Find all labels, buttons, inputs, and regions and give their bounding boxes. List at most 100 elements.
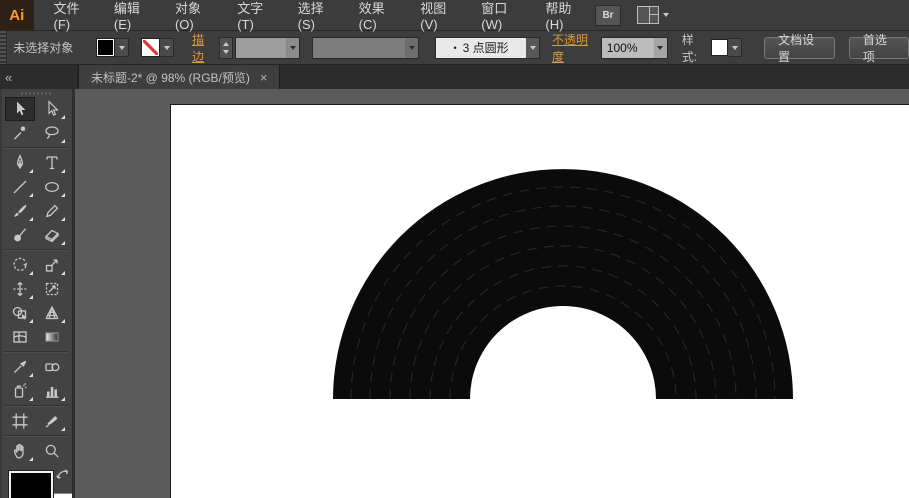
workspace-switcher[interactable] (637, 6, 669, 24)
stroke-weight-value (236, 38, 286, 58)
document-tab-bar: « 未标题-2* @ 98% (RGB/预览) × (0, 65, 909, 89)
stroke-color-control[interactable] (141, 38, 174, 57)
brush-preset-value: •3 点圆形 (436, 38, 526, 58)
fill-swatch-black[interactable] (8, 470, 54, 498)
tool-pencil[interactable] (37, 199, 67, 223)
artboard-tool-icon (11, 412, 29, 430)
document-tab[interactable]: 未标题-2* @ 98% (RGB/预览) × (78, 65, 280, 89)
tool-scale[interactable] (37, 253, 67, 277)
stroke-weight-combo[interactable] (235, 37, 300, 59)
canvas-area[interactable] (75, 89, 909, 498)
dock-collapse-button[interactable]: « (5, 70, 12, 85)
preferences-button[interactable]: 首选项 (849, 37, 909, 59)
tool-type[interactable] (37, 151, 67, 175)
menu-effect[interactable]: 效果(C) (347, 0, 409, 30)
menu-edit[interactable]: 编辑(E) (102, 0, 163, 30)
perspective-grid-tool-icon (43, 304, 61, 322)
opacity-panel-link[interactable]: 不透明度 (552, 31, 595, 65)
tool-shape-builder[interactable] (5, 301, 35, 325)
opacity-combo[interactable]: 100% (601, 37, 668, 59)
document-setup-button[interactable]: 文档设置 (764, 37, 835, 59)
tool-rotate[interactable] (5, 253, 35, 277)
menu-view[interactable]: 视图(V) (408, 0, 469, 30)
tool-slice[interactable] (37, 409, 67, 433)
style-swatch[interactable] (711, 39, 728, 56)
swap-fill-stroke-icon[interactable] (55, 467, 71, 482)
toolbar-separator (4, 147, 68, 149)
stepper-down-icon (223, 50, 229, 54)
tool-lasso[interactable] (37, 121, 67, 145)
style-dropdown[interactable] (728, 38, 742, 57)
fill-color-swatch[interactable] (96, 38, 115, 57)
menu-type[interactable]: 文字(T) (225, 0, 285, 30)
tool-pen[interactable] (5, 151, 35, 175)
eraser-tool-icon (43, 226, 61, 244)
tool-magic-wand[interactable] (5, 121, 35, 145)
tool-selection[interactable] (5, 97, 35, 121)
selection-status: 未选择对象 (13, 39, 88, 56)
stroke-weight-stepper[interactable] (219, 37, 233, 59)
stroke-panel-link[interactable]: 描边 (192, 31, 213, 65)
opacity-value: 100% (602, 38, 654, 58)
tool-blob-brush[interactable] (5, 223, 35, 247)
control-bar-grip[interactable] (0, 31, 7, 64)
tool-column-graph[interactable] (37, 379, 67, 403)
tools-dock-header: « (0, 65, 78, 89)
illustrator-window: Ai 文件(F) 编辑(E) 对象(O) 文字(T) 选择(S) 效果(C) 视… (0, 0, 909, 498)
tab-close-icon[interactable]: × (260, 70, 268, 85)
tool-paintbrush[interactable] (5, 199, 35, 223)
ellipse-tool-icon (43, 178, 61, 196)
main-area (0, 89, 909, 498)
menu-window[interactable]: 窗口(W) (469, 0, 533, 30)
width-profile-combo[interactable] (312, 37, 419, 59)
chevron-down-icon (657, 46, 663, 50)
fill-stroke-indicator (0, 467, 72, 498)
tools-panel-grip[interactable] (0, 89, 72, 97)
lasso-tool-icon (43, 124, 61, 142)
tool-symbol-sprayer[interactable] (5, 379, 35, 403)
width-tool-icon (11, 280, 29, 298)
menu-help[interactable]: 帮助(H) (533, 0, 595, 30)
width-profile-dropdown[interactable] (405, 38, 418, 58)
tool-blend[interactable] (37, 355, 67, 379)
fill-color-dropdown[interactable] (115, 38, 129, 57)
chevron-down-icon (732, 46, 738, 50)
slice-tool-icon (43, 412, 61, 430)
tool-mesh[interactable] (5, 325, 35, 349)
style-label: 样式: (682, 31, 706, 65)
tool-line-segment[interactable] (5, 175, 35, 199)
tool-hand[interactable] (5, 439, 35, 463)
style-control[interactable] (706, 38, 742, 57)
tool-gradient[interactable] (37, 325, 67, 349)
stroke-color-dropdown[interactable] (160, 38, 174, 57)
tools-panel (0, 89, 75, 498)
brush-preset-dropdown[interactable] (526, 38, 539, 58)
tool-direct-selection[interactable] (37, 97, 67, 121)
blend-tool-icon (43, 358, 61, 376)
fill-color-control[interactable] (96, 38, 129, 57)
tool-artboard[interactable] (5, 409, 35, 433)
toolbar-separator (4, 351, 68, 353)
stepper-up-icon (223, 42, 229, 46)
chevron-down-icon (530, 46, 536, 50)
tool-ellipse[interactable] (37, 175, 67, 199)
menu-select[interactable]: 选择(S) (286, 0, 347, 30)
mesh-tool-icon (11, 328, 29, 346)
menu-file[interactable]: 文件(F) (42, 0, 102, 30)
tool-free-transform[interactable] (37, 277, 67, 301)
chevron-down-icon (164, 46, 170, 50)
scale-tool-icon (43, 256, 61, 274)
tool-eyedropper[interactable] (5, 355, 35, 379)
menu-object[interactable]: 对象(O) (163, 0, 225, 30)
stroke-none-swatch[interactable] (141, 38, 160, 57)
tool-zoom[interactable] (37, 439, 67, 463)
opacity-dropdown[interactable] (654, 38, 667, 58)
bridge-button[interactable]: Br (595, 5, 621, 26)
stroke-weight-dropdown[interactable] (286, 38, 299, 58)
tool-width[interactable] (5, 277, 35, 301)
tool-perspective-grid[interactable] (37, 301, 67, 325)
toolbar-separator (4, 405, 68, 407)
brush-preset-combo[interactable]: •3 点圆形 (435, 37, 540, 59)
column-graph-tool-icon (43, 382, 61, 400)
tool-eraser[interactable] (37, 223, 67, 247)
